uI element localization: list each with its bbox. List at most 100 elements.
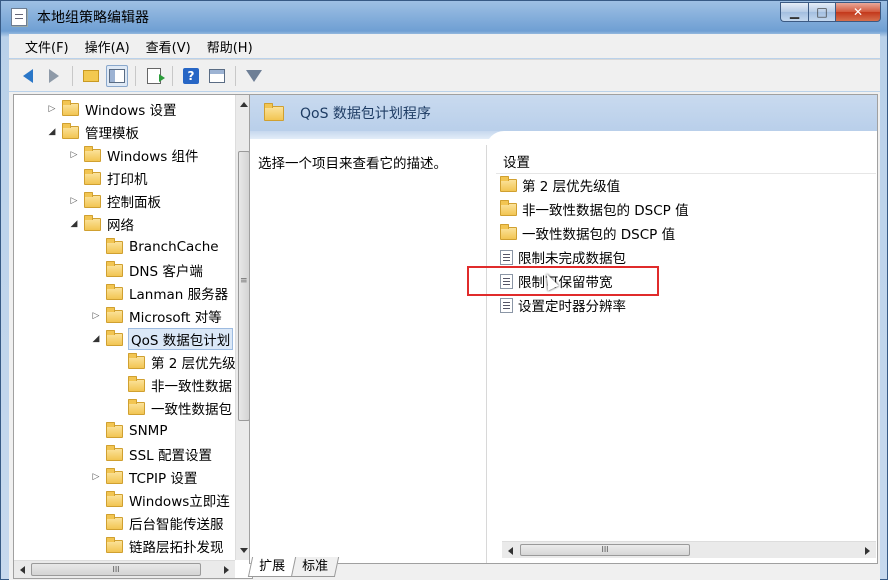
tab-standard[interactable]: 标准 bbox=[290, 557, 340, 577]
forward-button[interactable] bbox=[43, 65, 65, 87]
tree-item-branchcache[interactable]: BranchCache bbox=[90, 236, 219, 258]
tab-extended[interactable]: 扩展 bbox=[247, 557, 297, 577]
tree-item-network[interactable]: ◢ 网络 bbox=[68, 213, 134, 235]
list-item-label: 限制未完成数据包 bbox=[518, 251, 626, 267]
menu-view[interactable]: 查看(V) bbox=[138, 37, 199, 56]
tree-item-label: 管理模板 bbox=[85, 126, 139, 142]
folder-icon bbox=[106, 237, 123, 254]
folder-icon bbox=[500, 199, 517, 216]
tab-label: 扩展 bbox=[259, 559, 286, 574]
title-bar[interactable]: 本地组策略编辑器 ▁ □ ✕ bbox=[1, 1, 887, 33]
folder-icon bbox=[128, 398, 145, 415]
help-button[interactable]: ? bbox=[180, 65, 202, 87]
maximize-button[interactable]: □ bbox=[808, 2, 835, 22]
scroll-up-icon[interactable] bbox=[240, 102, 248, 107]
list-item-label: 非一致性数据包的 DSCP 值 bbox=[522, 203, 689, 219]
folder-icon bbox=[106, 444, 123, 461]
menu-help[interactable]: 帮助(H) bbox=[199, 37, 261, 56]
folder-icon bbox=[128, 375, 145, 392]
description-text: 选择一个项目来查看它的描述。 bbox=[258, 156, 447, 172]
tree-item-bits[interactable]: 后台智能传送服 bbox=[90, 512, 224, 534]
tree-item-lltd[interactable]: 链路层拓扑发现 bbox=[90, 535, 224, 557]
window-title: 本地组策略编辑器 bbox=[37, 10, 149, 26]
tree-item-microsoft-p2p[interactable]: ▷ Microsoft 对等 bbox=[90, 305, 222, 327]
folder-icon bbox=[62, 99, 79, 116]
tree-item-windows-settings[interactable]: ▷ Windows 设置 bbox=[46, 98, 177, 120]
scroll-down-icon[interactable] bbox=[240, 548, 248, 553]
up-folder-icon bbox=[83, 69, 99, 82]
tree-item-label: TCPIP 设置 bbox=[129, 471, 198, 487]
details-horizontal-scrollbar[interactable]: III bbox=[502, 541, 876, 558]
export-list-button[interactable] bbox=[143, 65, 165, 87]
column-header-setting[interactable]: 设置 bbox=[503, 151, 530, 171]
filter-icon bbox=[246, 69, 262, 82]
up-folder-button[interactable] bbox=[80, 65, 102, 87]
tree-item-layer2-priority[interactable]: 第 2 层优先级 bbox=[112, 351, 236, 373]
filter-button[interactable] bbox=[243, 65, 265, 87]
tree-item-nonconforming-dscp[interactable]: 非一致性数据 bbox=[112, 374, 232, 396]
tree-item-control-panel[interactable]: ▷ 控制面板 bbox=[68, 190, 161, 212]
menu-bar: 文件(F) 操作(A) 查看(V) 帮助(H) bbox=[9, 34, 880, 58]
expander-icon[interactable]: ▷ bbox=[68, 150, 80, 160]
tree-item-label: Windows立即连 bbox=[129, 494, 230, 510]
scroll-thumb[interactable]: III bbox=[31, 563, 201, 576]
back-icon bbox=[23, 68, 33, 83]
show-hide-tree-button[interactable] bbox=[106, 64, 128, 87]
folder-icon bbox=[106, 513, 123, 530]
expander-icon[interactable]: ◢ bbox=[46, 127, 58, 137]
tree-item-windows-components[interactable]: ▷ Windows 组件 bbox=[68, 144, 199, 166]
tree-item-label: 打印机 bbox=[107, 172, 148, 188]
scroll-left-icon[interactable] bbox=[508, 547, 513, 555]
menu-action[interactable]: 操作(A) bbox=[77, 37, 138, 56]
properties-button[interactable] bbox=[206, 65, 228, 87]
toolbar: ? bbox=[9, 59, 880, 91]
expander-icon[interactable]: ▷ bbox=[90, 472, 102, 482]
list-item-layer2-priority[interactable]: 第 2 层优先级值 bbox=[500, 174, 620, 196]
scroll-right-icon[interactable] bbox=[224, 566, 229, 574]
list-item-set-timer-resolution[interactable]: 设置定时器分辨率 bbox=[500, 294, 626, 316]
tree-item-label: 后台智能传送服 bbox=[129, 517, 224, 533]
tree-item-printers[interactable]: 打印机 bbox=[68, 167, 148, 189]
folder-icon bbox=[500, 175, 517, 192]
tree-pane[interactable]: ▷ Windows 设置 ◢ 管理模板 ▷ Windows 组件 打印机 ▷ 控… bbox=[13, 94, 253, 579]
folder-icon bbox=[106, 490, 123, 507]
minimize-button[interactable]: ▁ bbox=[780, 2, 808, 22]
tree-item-label: SNMP bbox=[129, 423, 168, 439]
tree-item-conforming-dscp[interactable]: 一致性数据包 bbox=[112, 397, 232, 419]
expander-icon[interactable]: ▷ bbox=[46, 104, 58, 114]
tree-item-ssl-config[interactable]: SSL 配置设置 bbox=[90, 443, 212, 465]
list-item-nonconforming-dscp[interactable]: 非一致性数据包的 DSCP 值 bbox=[500, 198, 689, 220]
details-pane: QoS 数据包计划程序 选择一个项目来查看它的描述。 设置 第 2 层优先级值 … bbox=[249, 94, 878, 564]
list-item-label: 设置定时器分辨率 bbox=[518, 299, 626, 315]
app-window: 本地组策略编辑器 ▁ □ ✕ 文件(F) 操作(A) 查看(V) 帮助(H) ?… bbox=[0, 0, 888, 580]
list-item-conforming-dscp[interactable]: 一致性数据包的 DSCP 值 bbox=[500, 222, 675, 244]
scroll-left-icon[interactable] bbox=[20, 566, 25, 574]
tree-item-label: Lanman 服务器 bbox=[129, 287, 229, 303]
tree-item-dns-client[interactable]: DNS 客户端 bbox=[90, 259, 203, 281]
expander-icon[interactable]: ◢ bbox=[68, 219, 80, 229]
tree-horizontal-scrollbar[interactable]: III bbox=[14, 560, 235, 578]
menu-file[interactable]: 文件(F) bbox=[17, 37, 77, 56]
list-item-limit-outstanding-packets[interactable]: 限制未完成数据包 bbox=[500, 246, 626, 268]
tree-item-label: BranchCache bbox=[129, 239, 219, 255]
tree-item-lanman-server[interactable]: Lanman 服务器 bbox=[90, 282, 228, 304]
scroll-right-icon[interactable] bbox=[865, 547, 870, 555]
back-button[interactable] bbox=[17, 65, 39, 87]
expander-icon[interactable]: ▷ bbox=[68, 196, 80, 206]
tree-item-windows-connect-now[interactable]: Windows立即连 bbox=[90, 489, 230, 511]
tab-label: 标准 bbox=[302, 559, 329, 574]
list-curve bbox=[486, 131, 877, 155]
folder-icon bbox=[84, 214, 101, 231]
scroll-thumb[interactable]: III bbox=[520, 544, 690, 556]
tree-item-qos-scheduler[interactable]: ◢ QoS 数据包计划 bbox=[90, 328, 234, 350]
expander-icon[interactable]: ◢ bbox=[90, 334, 102, 344]
folder-icon bbox=[84, 168, 101, 185]
close-button[interactable]: ✕ bbox=[835, 2, 881, 22]
folder-icon bbox=[128, 352, 145, 369]
export-list-icon bbox=[147, 67, 165, 84]
tree-item-snmp[interactable]: SNMP bbox=[90, 420, 167, 442]
tree-item-admin-templates[interactable]: ◢ 管理模板 bbox=[46, 121, 139, 143]
folder-icon bbox=[106, 306, 123, 323]
expander-icon[interactable]: ▷ bbox=[90, 311, 102, 321]
tree-item-tcpip[interactable]: ▷ TCPIP 设置 bbox=[90, 466, 197, 488]
